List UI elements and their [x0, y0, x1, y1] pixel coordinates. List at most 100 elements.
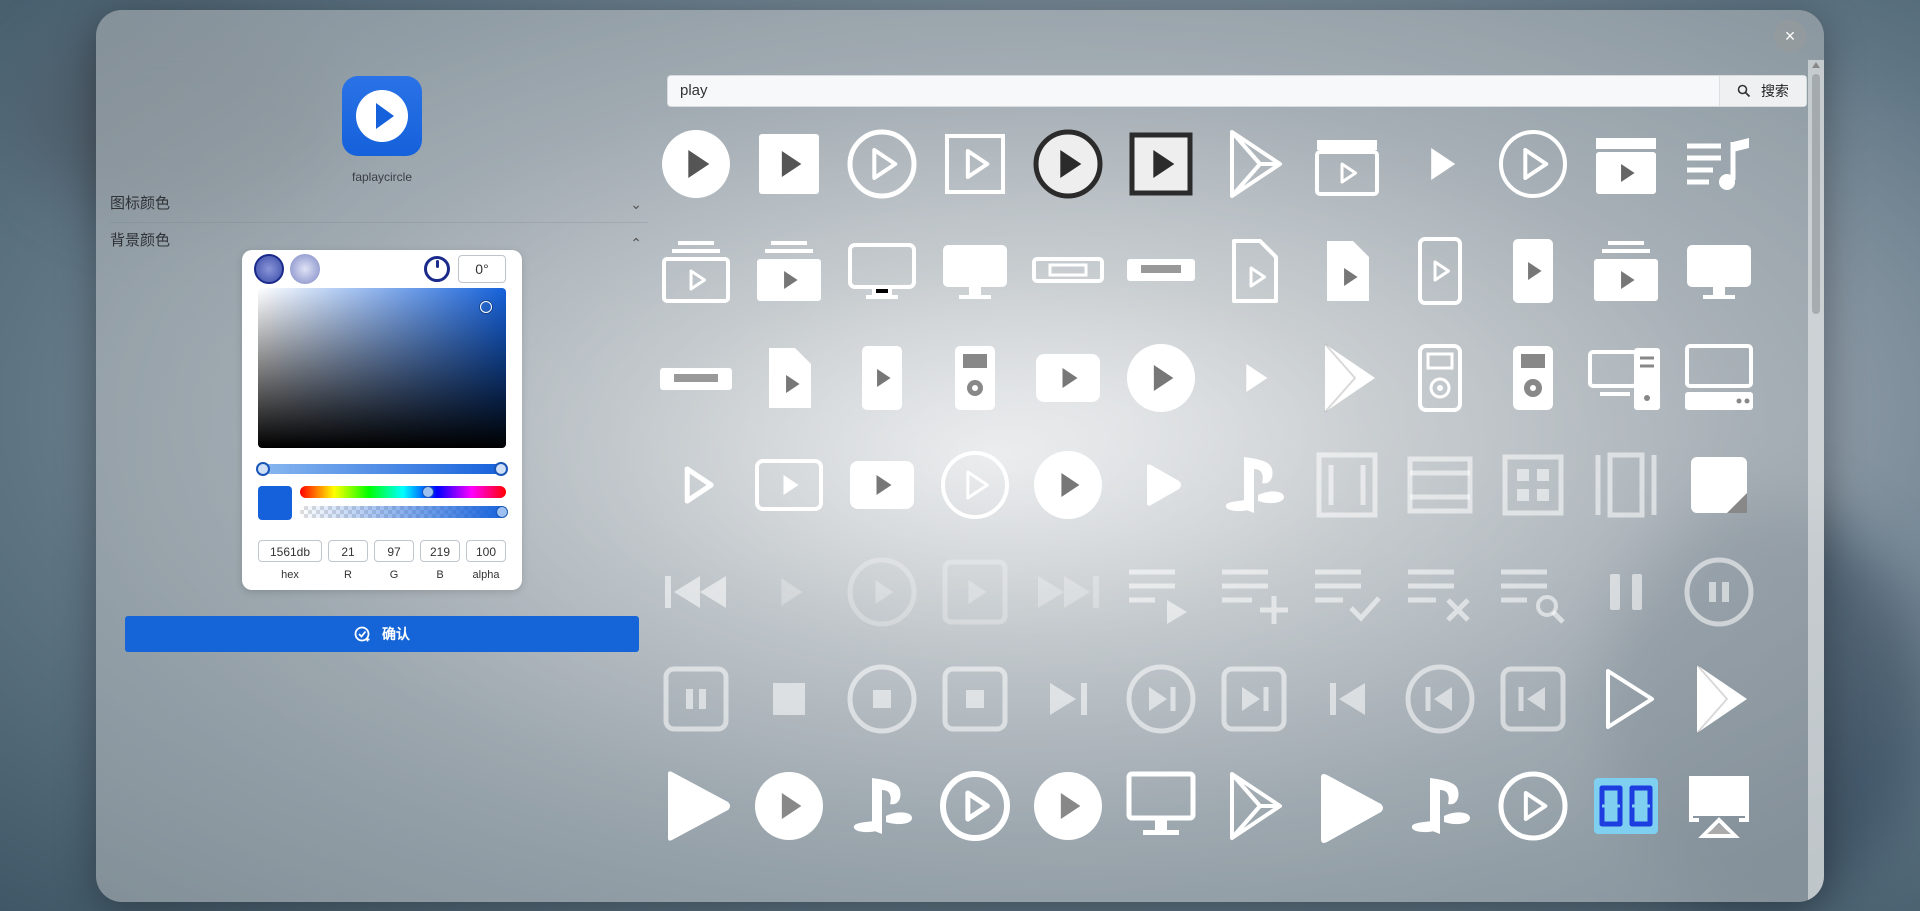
play-square-faint-icon[interactable] [933, 550, 1017, 634]
stop-square-icon[interactable] [933, 657, 1017, 741]
skip-forward-icon[interactable] [1026, 550, 1110, 634]
clapperboard-filled-icon[interactable] [1584, 122, 1668, 206]
ipod-outline-icon[interactable] [1398, 336, 1482, 420]
gradient-stop[interactable] [256, 462, 270, 476]
ipod-filled-icon[interactable] [933, 336, 1017, 420]
play-circle-solid-bold-icon[interactable] [1026, 764, 1110, 848]
video-play-outline-icon[interactable] [747, 443, 831, 527]
saturation-value-area[interactable] [258, 288, 506, 448]
skip-back-icon[interactable] [654, 550, 738, 634]
monitor-outline-icon[interactable] [840, 229, 924, 313]
skip-previous-icon[interactable] [1305, 657, 1389, 741]
play-square-filled-icon[interactable] [747, 122, 831, 206]
playstation-small-icon[interactable] [1398, 764, 1482, 848]
b-input[interactable]: 219 [420, 540, 460, 562]
play-circle-filled-icon[interactable] [654, 122, 738, 206]
note-filled-icon[interactable] [1677, 443, 1761, 527]
playlist-music-icon[interactable] [1677, 122, 1761, 206]
radial-gradient-button[interactable] [290, 254, 320, 284]
vhs-outline-icon[interactable] [1026, 229, 1110, 313]
file-play-filled-icon[interactable] [1305, 229, 1389, 313]
stop-icon[interactable] [747, 657, 831, 741]
play-circle-solid-alt-icon[interactable] [1026, 443, 1110, 527]
play-outline-large-icon[interactable] [1584, 657, 1668, 741]
monitor-filled-icon[interactable] [933, 229, 1017, 313]
play-solid-large-icon[interactable] [654, 764, 738, 848]
clapperboard-play-icon[interactable] [1305, 122, 1389, 206]
playlist-check-icon[interactable] [1305, 550, 1389, 634]
monitor-filled-alt-icon[interactable] [1677, 229, 1761, 313]
confirm-button[interactable]: 确认 [125, 616, 639, 652]
hue-slider[interactable] [300, 486, 506, 498]
file-play-outline-icon[interactable] [1212, 229, 1296, 313]
play-outline-triangle-icon[interactable] [654, 443, 738, 527]
view-carousel-icon[interactable] [1305, 443, 1389, 527]
view-agenda-icon[interactable] [1398, 443, 1482, 527]
play-circle-ring-bold-icon[interactable] [933, 764, 1017, 848]
play-faint-icon[interactable] [747, 550, 831, 634]
playlist-add-icon[interactable] [1212, 550, 1296, 634]
airplay-icon[interactable] [1677, 764, 1761, 848]
monitor-stand-icon[interactable] [1119, 764, 1203, 848]
play-circle-faint-icon[interactable] [840, 550, 924, 634]
alpha-handle[interactable] [496, 506, 508, 518]
play-circle-ring-icon[interactable] [933, 443, 1017, 527]
play-square-outline-icon[interactable] [933, 122, 1017, 206]
desktop-tower-icon[interactable] [1677, 336, 1761, 420]
phone-play-filled-icon[interactable] [1491, 229, 1575, 313]
subscriptions-filled-alt-icon[interactable] [1584, 229, 1668, 313]
google-play-solid-icon[interactable] [1677, 657, 1761, 741]
skip-next-circle-icon[interactable] [1119, 657, 1203, 741]
playlist-search-icon[interactable] [1491, 550, 1575, 634]
play-triangle-rounded-icon[interactable] [1119, 443, 1203, 527]
skip-previous-circle-icon[interactable] [1398, 657, 1482, 741]
google-play-outline-alt-icon[interactable] [1212, 764, 1296, 848]
ipod-solid-icon[interactable] [1491, 336, 1575, 420]
play-triangle-small-icon[interactable] [1212, 336, 1296, 420]
digital-counter-icon[interactable] [1584, 764, 1668, 848]
hex-input[interactable]: 1561db [258, 540, 322, 562]
play-circle-dark-icon[interactable] [1026, 122, 1110, 206]
view-array-icon[interactable] [1584, 443, 1668, 527]
search-button[interactable]: 搜索 [1719, 76, 1806, 106]
section-icon-color[interactable]: 图标颜色 ⌄ [110, 186, 648, 223]
scrollbar[interactable] [1808, 60, 1824, 902]
skip-previous-square-icon[interactable] [1491, 657, 1575, 741]
pause-circle-icon[interactable] [1677, 550, 1761, 634]
sv-handle[interactable] [480, 301, 492, 313]
skip-next-square-icon[interactable] [1212, 657, 1296, 741]
skip-next-icon[interactable] [1026, 657, 1110, 741]
vhs-filled-icon[interactable] [1119, 229, 1203, 313]
subscriptions-filled-icon[interactable] [747, 229, 831, 313]
gradient-stops-bar[interactable] [256, 462, 508, 476]
alpha-input[interactable]: 100 [466, 540, 506, 562]
search-input[interactable]: play [680, 76, 708, 106]
play-circle-solid-icon[interactable] [1119, 336, 1203, 420]
devices-outline-icon[interactable] [1584, 336, 1668, 420]
video-play-filled-icon[interactable] [1026, 336, 1110, 420]
subscriptions-outline-icon[interactable] [654, 229, 738, 313]
angle-dial[interactable] [424, 256, 450, 282]
scroll-up-arrow-icon[interactable] [1812, 62, 1820, 68]
play-circle-ring-alt-icon[interactable] [1491, 764, 1575, 848]
playlist-play-icon[interactable] [1119, 550, 1203, 634]
play-circle-outline-icon[interactable] [840, 122, 924, 206]
play-square-dark-icon[interactable] [1119, 122, 1203, 206]
phone-play-outline-icon[interactable] [1398, 229, 1482, 313]
playstation-alt-icon[interactable] [840, 764, 924, 848]
hue-handle[interactable] [422, 486, 434, 498]
pause-icon[interactable] [1584, 550, 1668, 634]
play-triangle-icon[interactable] [1398, 122, 1482, 206]
playlist-remove-icon[interactable] [1398, 550, 1482, 634]
stop-circle-icon[interactable] [840, 657, 924, 741]
video-play-solid-icon[interactable] [840, 443, 924, 527]
google-play-outline-icon[interactable] [1212, 122, 1296, 206]
linear-gradient-button[interactable] [254, 254, 284, 284]
play-solid-xl-icon[interactable] [1305, 764, 1389, 848]
vhs-filled-alt-icon[interactable] [654, 336, 738, 420]
alpha-slider[interactable] [300, 506, 508, 518]
g-input[interactable]: 97 [374, 540, 414, 562]
gradient-stop[interactable] [494, 462, 508, 476]
close-button[interactable]: × [1774, 20, 1806, 52]
google-play-filled-icon[interactable] [1305, 336, 1389, 420]
